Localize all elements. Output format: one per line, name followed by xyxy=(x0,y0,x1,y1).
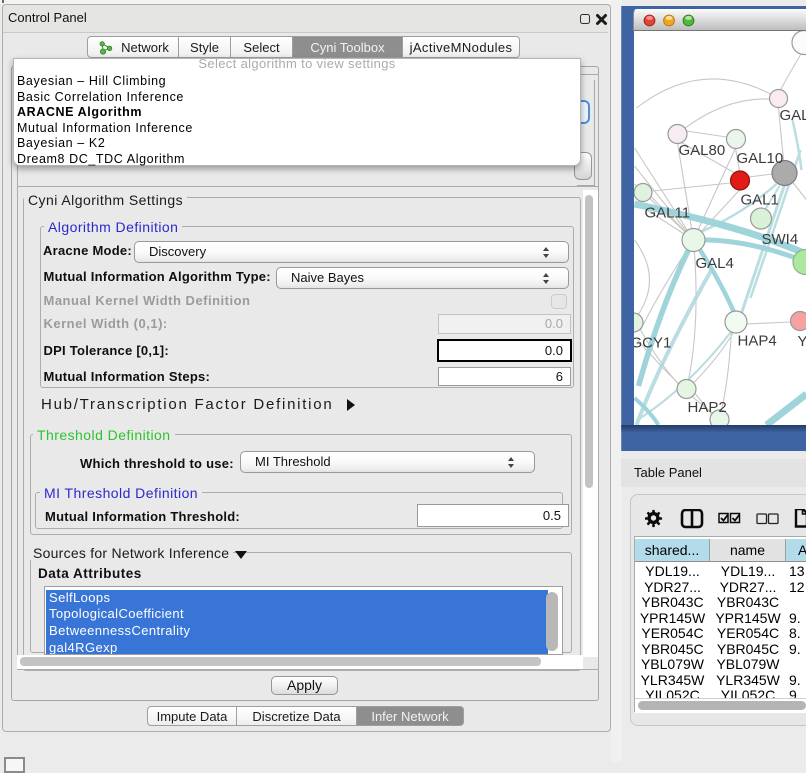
svg-text:GAL1: GAL1 xyxy=(740,192,778,209)
svg-text:GAL4: GAL4 xyxy=(695,255,733,272)
svg-text:HAP2: HAP2 xyxy=(687,399,726,416)
svg-text:SWI4: SWI4 xyxy=(761,231,798,248)
svg-text:GAL10: GAL10 xyxy=(736,150,783,167)
svg-text:GAL7: GAL7 xyxy=(779,107,806,124)
svg-text:HAP4: HAP4 xyxy=(737,333,776,350)
svg-text:GAL80: GAL80 xyxy=(678,142,725,159)
svg-text:GAL11: GAL11 xyxy=(644,205,690,222)
svg-text:Y: Y xyxy=(797,333,806,350)
svg-text:GCY1: GCY1 xyxy=(634,335,671,352)
